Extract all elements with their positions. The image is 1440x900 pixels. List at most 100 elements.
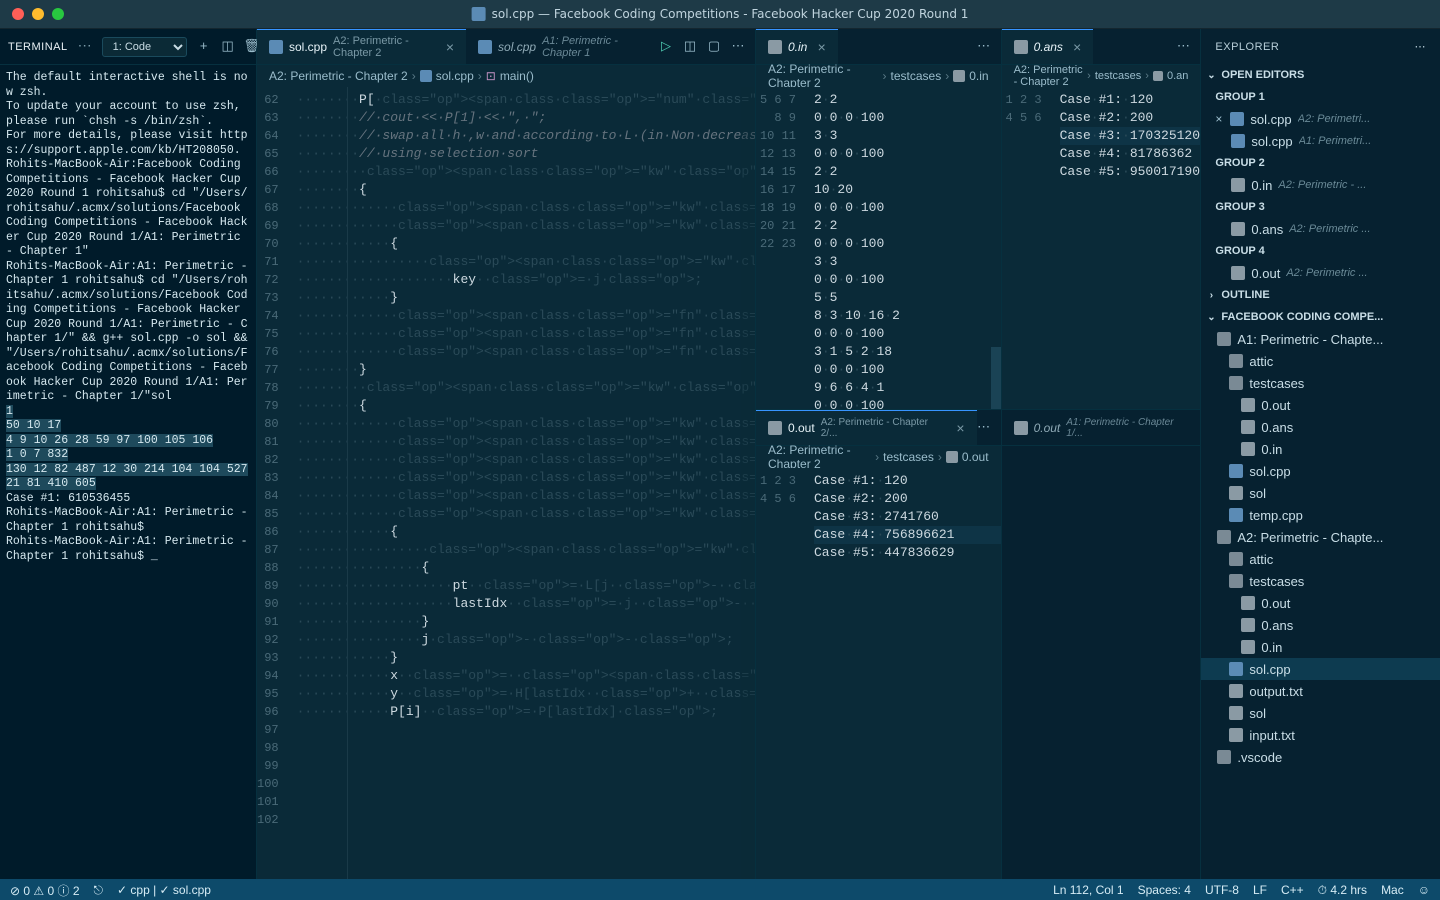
open-editor-item[interactable]: 0.ansA2: Perimetric ... xyxy=(1201,218,1440,240)
status-item[interactable]: ⎋ xyxy=(94,883,104,898)
cpp-icon xyxy=(1229,662,1243,676)
status-time[interactable]: ⏱ 4.2 hrs xyxy=(1318,883,1367,898)
status-feedback[interactable]: ☺ xyxy=(1418,883,1430,898)
status-language[interactable]: C++ xyxy=(1281,883,1304,898)
terminal-body[interactable]: The default interactive shell is now zsh… xyxy=(0,65,256,879)
tree-item[interactable]: testcases xyxy=(1201,372,1440,394)
tab-0in[interactable]: 0.in × xyxy=(756,29,838,64)
tab-0ans[interactable]: 0.ans × xyxy=(1002,29,1094,64)
split-icon[interactable]: ◫ xyxy=(683,40,697,54)
tree-item[interactable]: A1: Perimetric - Chapte... xyxy=(1201,328,1440,350)
status-os[interactable]: Mac xyxy=(1381,883,1404,898)
txt-icon xyxy=(1231,222,1245,236)
status-cursor[interactable]: Ln 112, Col 1 xyxy=(1053,883,1124,898)
tab-0out-a1[interactable]: 0.out A1: Perimetric - Chapter 1/... xyxy=(1002,410,1201,445)
terminal-select[interactable]: 1: Code xyxy=(102,37,187,57)
tab-sol-cpp-a1[interactable]: sol.cpp A1: Perimetric - Chapter 1 xyxy=(466,29,659,64)
tree-item[interactable]: sol.cpp xyxy=(1201,658,1440,680)
more-icon[interactable]: ⋯ xyxy=(731,40,745,54)
cpp-icon xyxy=(420,70,432,82)
tree-item[interactable]: output.txt xyxy=(1201,680,1440,702)
tree-item[interactable]: sol xyxy=(1201,482,1440,504)
tree-item[interactable]: temp.cpp xyxy=(1201,504,1440,526)
tree-item[interactable]: input.txt xyxy=(1201,724,1440,746)
tree-item[interactable]: .vscode xyxy=(1201,746,1440,768)
folder-icon xyxy=(1229,574,1243,588)
tree-item[interactable]: testcases xyxy=(1201,570,1440,592)
group-header[interactable]: GROUP 4 xyxy=(1201,240,1440,262)
status-tasks[interactable]: ✓ cpp | ✓ sol.cpp xyxy=(117,883,211,897)
group-header[interactable]: GROUP 2 xyxy=(1201,152,1440,174)
scrollbar-thumb[interactable] xyxy=(991,347,1001,409)
file-icon xyxy=(768,40,782,54)
close-icon[interactable]: × xyxy=(956,420,964,436)
terminal-actions: + ◫ 🗑 xyxy=(197,40,259,54)
workbench: TERMINAL ⋯ 1: Code + ◫ 🗑 The default int… xyxy=(0,29,1440,879)
group-header[interactable]: GROUP 1 xyxy=(1201,86,1440,108)
close-icon[interactable]: × xyxy=(1215,112,1222,126)
window-title: sol.cpp — Facebook Coding Competitions -… xyxy=(472,7,969,21)
minimize-window[interactable] xyxy=(32,8,44,20)
run-icon[interactable]: ▷ xyxy=(659,40,673,54)
preview-icon[interactable]: ▢ xyxy=(707,40,721,54)
out-icon xyxy=(1229,706,1243,720)
split-terminal-icon[interactable]: ◫ xyxy=(221,40,235,54)
txt-icon xyxy=(1241,618,1255,632)
open-editor-item[interactable]: × sol.cppA2: Perimetri... xyxy=(1201,108,1440,130)
tab-sol-cpp-a2[interactable]: sol.cpp A2: Perimetric - Chapter 2 × xyxy=(257,29,466,64)
txt-icon xyxy=(1241,420,1255,434)
terminal-more-icon[interactable]: ⋯ xyxy=(78,38,92,55)
explorer-more-icon[interactable]: ⋯ xyxy=(1414,40,1426,53)
editor-0in[interactable]: 5 6 7 8 9 10 11 12 13 14 15 16 17 18 19 … xyxy=(756,87,1001,409)
status-indent[interactable]: Spaces: 4 xyxy=(1138,883,1191,898)
close-icon[interactable]: × xyxy=(817,39,825,55)
open-editor-item[interactable]: 0.inA2: Perimetric - ... xyxy=(1201,174,1440,196)
close-window[interactable] xyxy=(12,8,24,20)
tree-item[interactable]: 0.ans xyxy=(1201,416,1440,438)
tree-item[interactable]: A2: Perimetric - Chapte... xyxy=(1201,526,1440,548)
txt-icon xyxy=(1231,266,1245,280)
close-icon[interactable]: × xyxy=(1073,39,1081,55)
tree-item[interactable]: attic xyxy=(1201,548,1440,570)
open-editor-item[interactable]: sol.cppA1: Perimetri... xyxy=(1201,130,1440,152)
tab-0out-a2[interactable]: 0.out A2: Perimetric - Chapter 2/... × xyxy=(756,410,977,445)
breadcrumb-0in[interactable]: A2: Perimetric - Chapter 2› testcases› 0… xyxy=(756,65,1001,87)
tree-item[interactable]: 0.in xyxy=(1201,636,1440,658)
editor-group-main: sol.cpp A2: Perimetric - Chapter 2 × sol… xyxy=(257,29,756,879)
tree-item[interactable]: 0.out xyxy=(1201,394,1440,416)
breadcrumb-0ans[interactable]: A2: Perimetric - Chapter 2› testcases› 0… xyxy=(1002,65,1201,87)
titlebar: sol.cpp — Facebook Coding Competitions -… xyxy=(0,0,1440,29)
editor-0out[interactable]: 1 2 3 4 5 6 Case·#1:·120Case·#2:·200Case… xyxy=(756,468,1001,879)
minimap[interactable] xyxy=(741,87,755,879)
more-icon[interactable]: ⋯ xyxy=(977,40,991,54)
tree-item[interactable]: sol.cpp xyxy=(1201,460,1440,482)
new-terminal-icon[interactable]: + xyxy=(197,40,211,54)
status-encoding[interactable]: UTF-8 xyxy=(1205,883,1239,898)
close-icon[interactable]: × xyxy=(446,39,454,55)
breadcrumb[interactable]: A2: Perimetric - Chapter 2› sol.cpp› ⊡ m… xyxy=(257,65,755,87)
editor-0ans[interactable]: 1 2 3 4 5 6 Case·#1:·120Case·#2:·200Case… xyxy=(1002,87,1201,409)
workspace-section[interactable]: ⌄FACEBOOK CODING COMPE... xyxy=(1201,306,1440,328)
open-editor-item[interactable]: 0.outA2: Perimetric ... xyxy=(1201,262,1440,284)
status-eol[interactable]: LF xyxy=(1253,883,1267,898)
file-icon xyxy=(1014,421,1028,435)
maximize-window[interactable] xyxy=(52,8,64,20)
outline-section[interactable]: ›OUTLINE xyxy=(1201,284,1440,306)
explorer-header: EXPLORER ⋯ xyxy=(1201,29,1440,64)
breadcrumb-0out[interactable]: A2: Perimetric - Chapter 2› testcases› 0… xyxy=(756,446,1001,468)
terminal-header: TERMINAL ⋯ 1: Code + ◫ 🗑 xyxy=(0,29,256,65)
editor-group-ans: 0.ans × ⋯ A2: Perimetric - Chapter 2› te… xyxy=(1002,29,1202,879)
more-icon[interactable]: ⋯ xyxy=(977,421,991,435)
tree-item[interactable]: 0.ans xyxy=(1201,614,1440,636)
group-header[interactable]: GROUP 3 xyxy=(1201,196,1440,218)
folder-icon xyxy=(1229,376,1243,390)
status-problems[interactable]: ⊘ 0 ⚠ 0 ⓘ 2 xyxy=(10,882,80,899)
tree-item[interactable]: attic xyxy=(1201,350,1440,372)
more-icon[interactable]: ⋯ xyxy=(1176,40,1190,54)
tree-item[interactable]: 0.in xyxy=(1201,438,1440,460)
open-editors-section[interactable]: ⌄OPEN EDITORS xyxy=(1201,64,1440,86)
tree-item[interactable]: 0.out xyxy=(1201,592,1440,614)
code-editor[interactable]: 62 63 64 65 66 67 68 69 70 71 72 73 74 7… xyxy=(257,87,755,879)
tree-item[interactable]: sol xyxy=(1201,702,1440,724)
cpp-icon xyxy=(1231,134,1245,148)
